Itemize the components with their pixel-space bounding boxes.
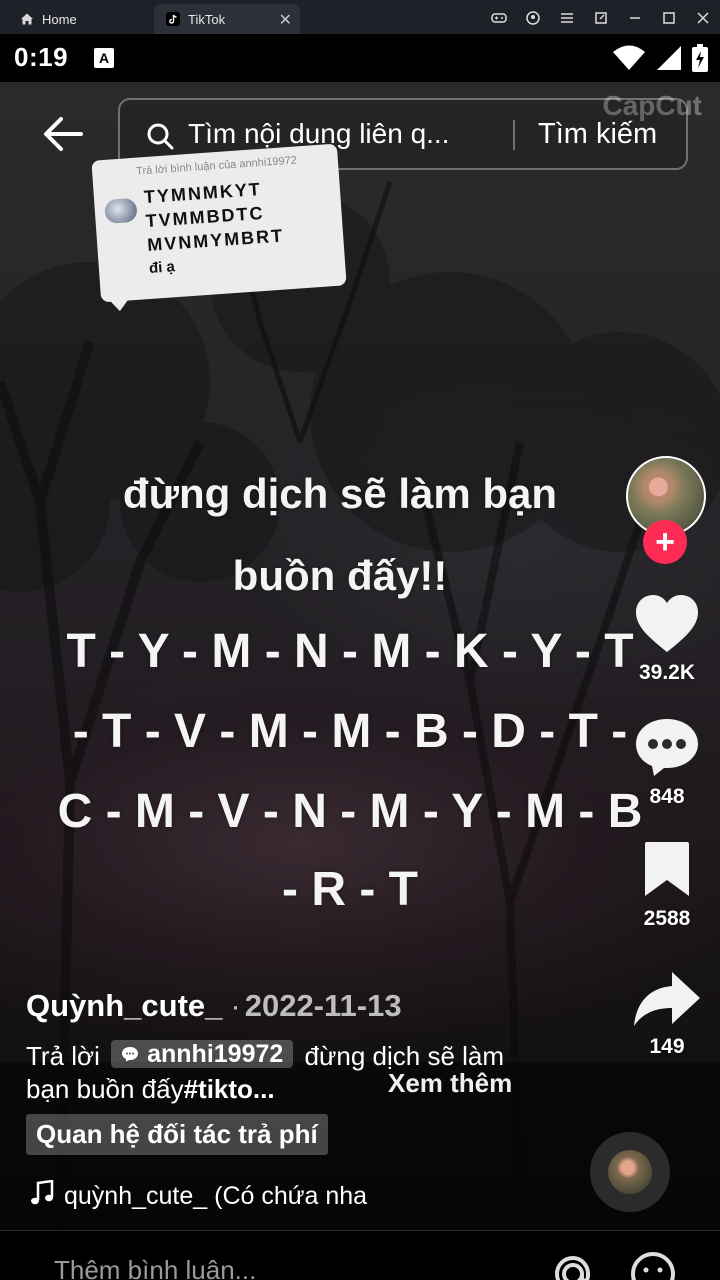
music-track-name[interactable]: quỳnh_cute_ (Có chứa nha [64, 1182, 386, 1211]
see-more-button[interactable]: Xem thêm [388, 1068, 512, 1099]
video-caption-line: đừng dịch sẽ làm bạn [122, 470, 558, 517]
video-caption-line: T - Y - M - N - M - K - Y - T [66, 625, 634, 678]
emoji-icon[interactable] [630, 1251, 676, 1280]
search-icon [146, 122, 174, 155]
home-icon [20, 12, 34, 26]
video-caption-line: buồn đấy!! [232, 552, 448, 599]
video-caption-line: - T - V - M - M - B - D - T - [72, 705, 628, 758]
comment-button[interactable]: 848 [630, 716, 704, 809]
tab-tiktok[interactable]: TikTok ✕ [154, 4, 300, 34]
notification-icon: A [94, 48, 114, 68]
search-button[interactable]: Tìm kiếm [538, 118, 657, 151]
android-status-bar: 0:19 A [0, 34, 720, 82]
post-author-line: Quỳnh_cute_ · 2022-11-13 [26, 988, 402, 1024]
bookmark-icon [645, 842, 689, 896]
menu-icon[interactable] [550, 8, 584, 28]
paid-partnership-label[interactable]: Quan hệ đối tác trả phí [26, 1114, 328, 1155]
comment-count: 848 [649, 785, 685, 808]
search-divider [513, 120, 515, 150]
system-icons [612, 44, 708, 72]
reply-user-chip[interactable]: annhi19972 [111, 1039, 294, 1068]
popout-icon[interactable] [584, 8, 618, 28]
account-icon[interactable] [516, 8, 550, 28]
tab-home-label: Home [42, 11, 77, 27]
video-caption-line: - R - T [282, 863, 418, 916]
music-disc[interactable] [590, 1132, 670, 1212]
bookmark-button[interactable]: 2588 [630, 840, 704, 931]
comment-icon [636, 719, 698, 776]
close-tab-icon[interactable]: ✕ [279, 10, 292, 30]
comment-input-bar[interactable]: Thêm bình luận... [0, 1230, 720, 1280]
clock: 0:19 [14, 42, 69, 72]
signal-icon [657, 46, 681, 70]
reply-comment-sticker: Trả lời bình luận của annhi19972 TYMNMKY… [91, 143, 347, 312]
follow-button[interactable]: + [643, 520, 687, 564]
author-name[interactable]: Quỳnh_cute_ [26, 988, 222, 1023]
post-date: 2022-11-13 [244, 988, 402, 1023]
emulator-titlebar: Home TikTok ✕ [0, 0, 720, 34]
search-input[interactable]: Tìm nội dung liên q... [188, 118, 488, 150]
tab-home[interactable]: Home [0, 4, 150, 34]
reply-user-name: annhi19972 [147, 1039, 284, 1068]
comment-input[interactable]: Thêm bình luận... [54, 1255, 256, 1280]
comment-bubble-icon [122, 1047, 139, 1062]
music-note-icon [30, 1179, 54, 1211]
reply-prefix: Trả lời [26, 1041, 100, 1071]
battery-icon [692, 44, 708, 72]
tiktok-icon [166, 12, 180, 26]
like-button[interactable]: 39.2K [630, 594, 704, 685]
plus-icon: + [655, 523, 675, 561]
close-window-icon[interactable] [686, 8, 720, 28]
like-count: 39.2K [638, 661, 696, 684]
back-button[interactable] [42, 114, 84, 154]
tab-tiktok-label: TikTok [188, 11, 226, 27]
share-button[interactable]: 149 [630, 970, 704, 1059]
mention-icon[interactable] [550, 1251, 596, 1280]
sticker-reply-header: Trả lời bình luận của annhi19972 [135, 154, 298, 178]
window-controls [482, 8, 720, 28]
wifi-icon [613, 45, 645, 70]
maximize-icon[interactable] [652, 8, 686, 28]
heart-icon [636, 595, 698, 652]
sticker-avatar [104, 197, 138, 224]
share-count: 149 [649, 1035, 685, 1058]
hashtag[interactable]: #tikto... [184, 1074, 275, 1104]
gamepad-icon[interactable] [482, 8, 516, 28]
bookmark-count: 2588 [643, 907, 691, 930]
sticker-tail [109, 298, 130, 312]
arrow-left-icon [44, 117, 83, 151]
minimize-icon[interactable] [618, 8, 652, 28]
share-arrow-icon [634, 972, 700, 1026]
video-caption-line: C - M - V - N - M - Y - M - B [57, 785, 643, 838]
separator-dot: · [230, 988, 241, 1023]
sticker-comment-text: TYMNMKYT TVMMBDTC MVNMYMBRT đi ạ [143, 176, 286, 281]
music-cover [608, 1150, 652, 1194]
